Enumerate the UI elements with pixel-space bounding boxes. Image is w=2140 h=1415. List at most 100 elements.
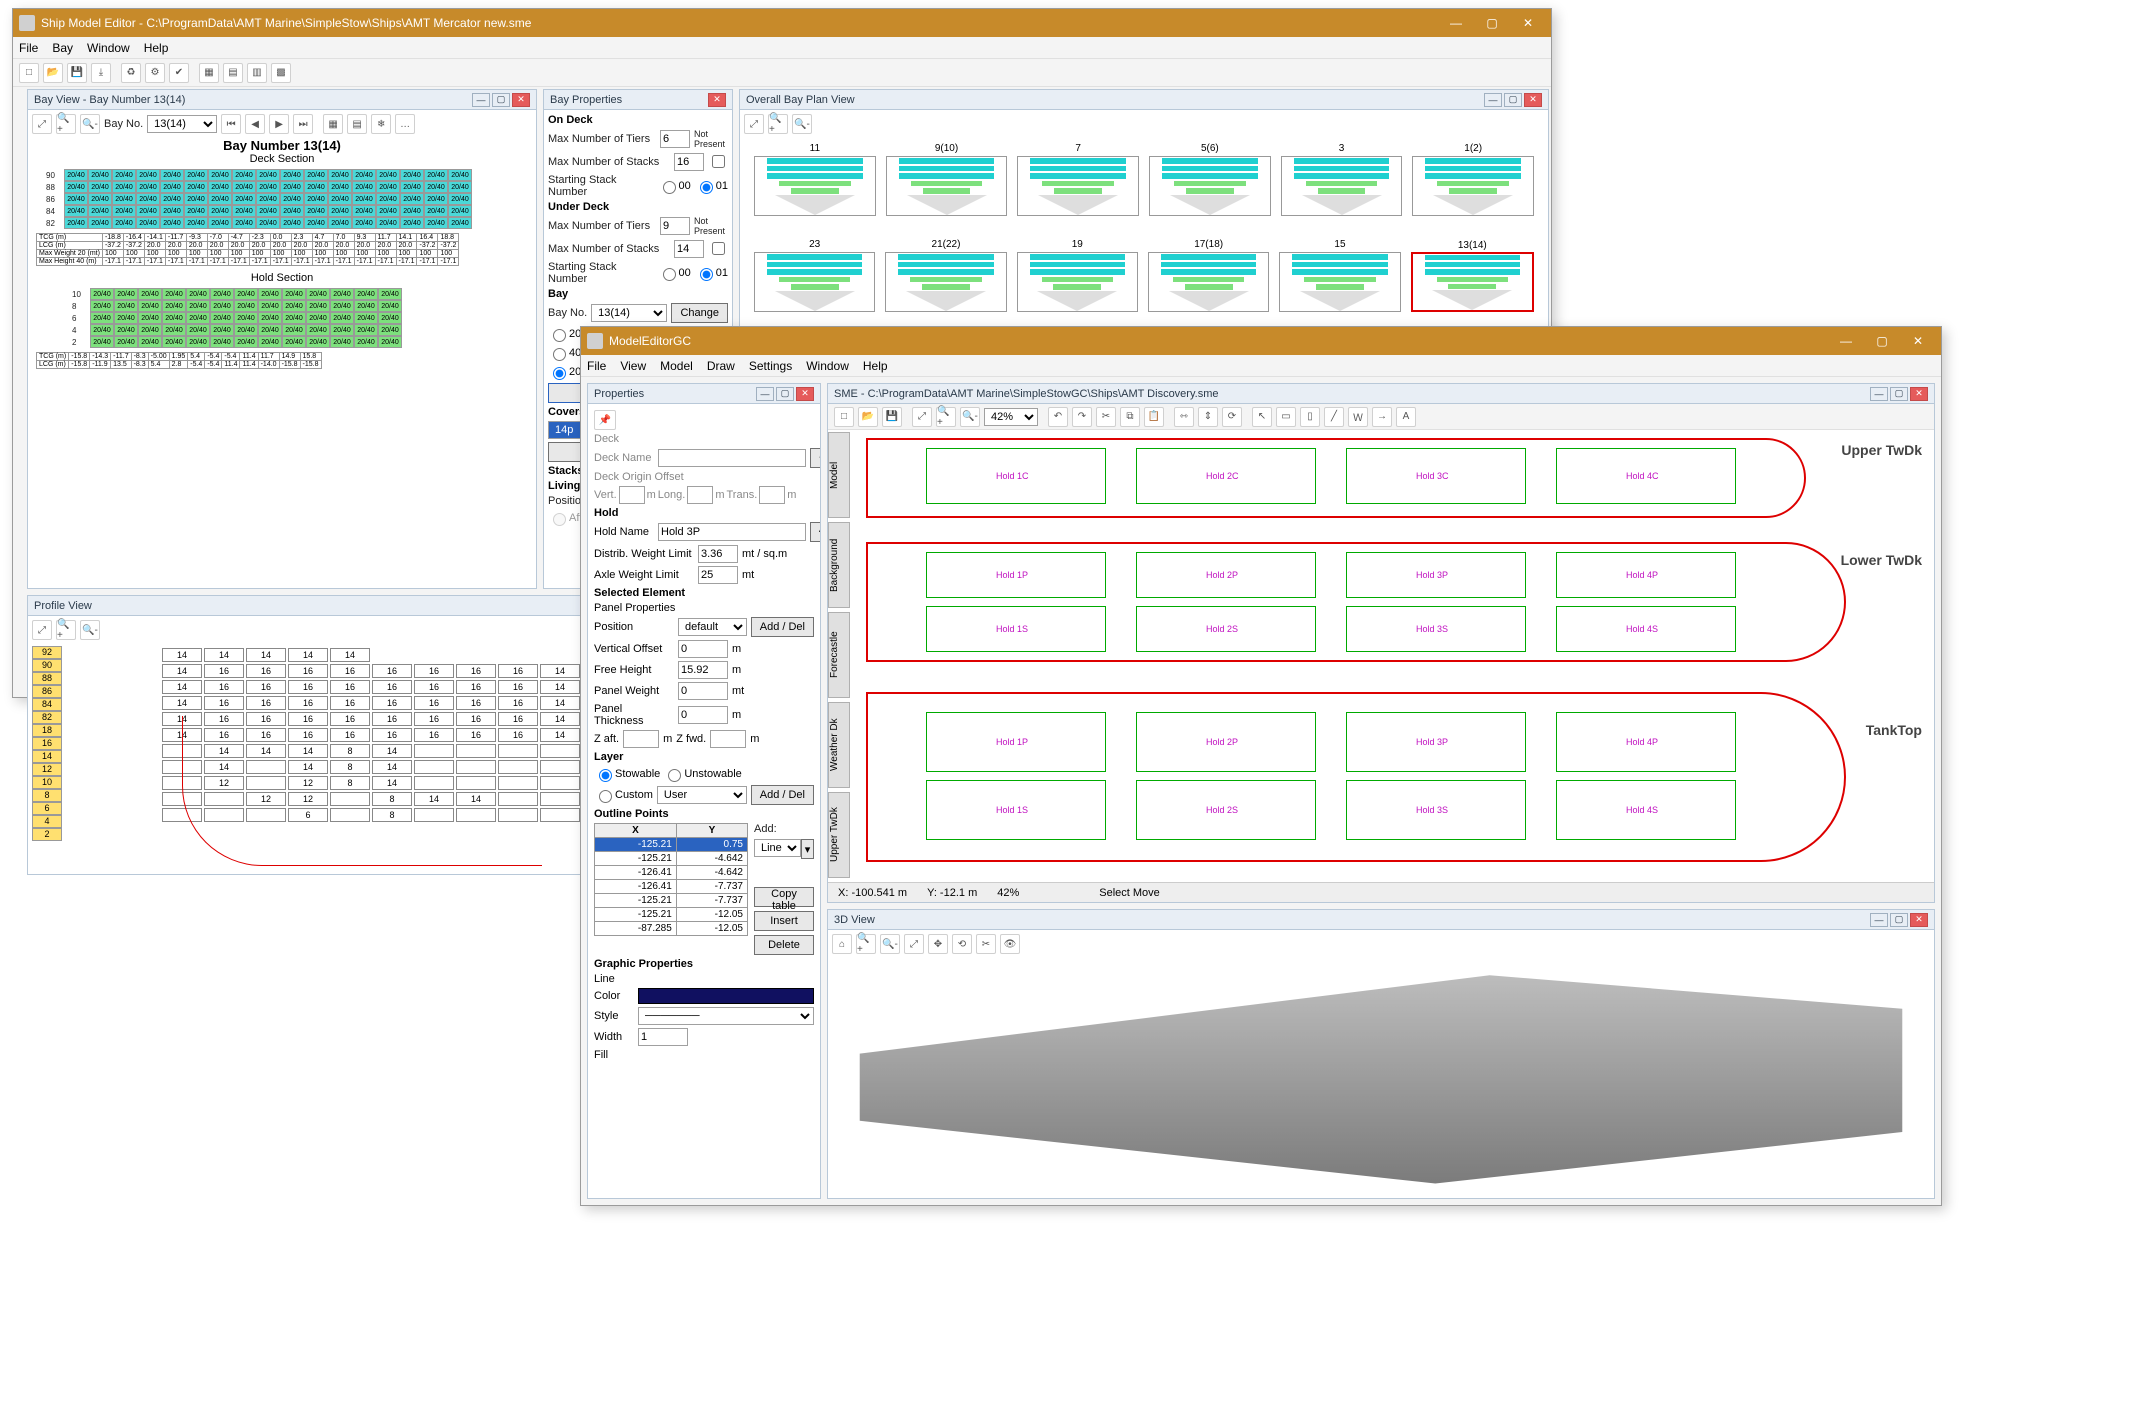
add-type-select[interactable]: Line [754, 839, 801, 857]
nav-next-icon[interactable]: ▶ [269, 114, 289, 134]
layer-adddel-button[interactable]: Add / Del [751, 785, 814, 805]
rect2-icon[interactable]: ▯ [1300, 407, 1320, 427]
zoom-fit-icon[interactable]: ⤢ [32, 114, 52, 134]
position-adddel-button[interactable]: Add / Del [751, 617, 814, 637]
zoom-out-icon[interactable]: 🔍- [80, 114, 100, 134]
panel-max-icon[interactable]: ▢ [1890, 913, 1908, 927]
overall-bay-cell[interactable]: 11 [754, 156, 876, 216]
overall-bay-cell[interactable]: 17(18) [1148, 252, 1269, 312]
menu-file[interactable]: File [587, 359, 606, 373]
deck-plan-canvas[interactable]: Upper TwDk Lower TwDk TankTop Hold 1CHol… [856, 432, 1930, 878]
delete-button[interactable]: Delete [754, 935, 814, 955]
panel-max-icon[interactable]: ▢ [1504, 93, 1522, 107]
panel-min-icon[interactable]: — [1870, 913, 1888, 927]
table-row[interactable]: -87.285-12.05 [595, 922, 748, 936]
position-select[interactable]: default [678, 618, 747, 636]
panel-min-icon[interactable]: — [756, 387, 774, 401]
zoom-fit-icon[interactable]: ⤢ [32, 620, 52, 640]
overall-bay-cell[interactable]: 5(6) [1149, 156, 1271, 216]
zoom-in-icon[interactable]: 🔍+ [56, 620, 76, 640]
zoom-fit-icon[interactable]: ⤢ [744, 114, 764, 134]
vtab-weather dk[interactable]: Weather Dk [828, 702, 850, 788]
vtab-forecastle[interactable]: Forecastle [828, 612, 850, 698]
rotate-icon[interactable]: ⟲ [952, 934, 972, 954]
freeh-input[interactable] [678, 661, 728, 679]
panel-close-icon[interactable]: ✕ [1910, 387, 1928, 401]
overall-bay-cell[interactable]: 15 [1279, 252, 1400, 312]
zoom-in-icon[interactable]: 🔍+ [936, 407, 956, 427]
cut-icon[interactable]: ✂ [1096, 407, 1116, 427]
table-row[interactable]: -125.21-4.642 [595, 852, 748, 866]
overall-bay-cell[interactable]: 3 [1281, 156, 1403, 216]
hold-name-input[interactable] [658, 523, 806, 541]
eye-icon[interactable]: 👁 [1000, 934, 1020, 954]
vtab-background[interactable]: Background [828, 522, 850, 608]
mirror-h-icon[interactable]: ⇿ [1174, 407, 1194, 427]
zoom-out-icon[interactable]: 🔍- [960, 407, 980, 427]
overall-bay-cell[interactable]: 1(2) [1412, 156, 1534, 216]
panel-close-icon[interactable]: ✕ [1910, 913, 1928, 927]
tool4-icon[interactable]: … [395, 114, 415, 134]
start-00-deck-radio[interactable] [663, 181, 676, 194]
save-icon[interactable]: 💾 [67, 63, 87, 83]
redo-icon[interactable]: ↷ [1072, 407, 1092, 427]
mirror-v-icon[interactable]: ⇕ [1198, 407, 1218, 427]
zoom-in-icon[interactable]: 🔍+ [768, 114, 788, 134]
layout3-icon[interactable]: ▥ [247, 63, 267, 83]
maximize-button[interactable]: ▢ [1475, 13, 1509, 33]
arrow-icon[interactable]: → [1372, 407, 1392, 427]
undo-icon[interactable]: ↶ [1048, 407, 1068, 427]
stowable-radio[interactable] [599, 769, 612, 782]
copy-icon[interactable]: ⧉ [1120, 407, 1140, 427]
validate-icon[interactable]: ✔ [169, 63, 189, 83]
menu-help[interactable]: Help [144, 41, 169, 55]
panel-min-icon[interactable]: — [1870, 387, 1888, 401]
polyline-icon[interactable]: Ｗ [1348, 407, 1368, 427]
menu-settings[interactable]: Settings [749, 359, 792, 373]
panel-min-icon[interactable]: — [472, 93, 490, 107]
menu-model[interactable]: Model [660, 359, 693, 373]
paste-icon[interactable]: 📋 [1144, 407, 1164, 427]
max-stacks-deck-input[interactable] [674, 153, 704, 171]
hold-adddel-button[interactable]: Add / Del [810, 522, 820, 542]
overall-bay-cell[interactable]: 7 [1017, 156, 1139, 216]
bay-no-select[interactable]: 13(14) [147, 115, 217, 133]
menu-window[interactable]: Window [806, 359, 849, 373]
zoom-fit-icon[interactable]: ⤢ [904, 934, 924, 954]
zoom-out-icon[interactable]: 🔍- [880, 934, 900, 954]
overall-bay-cell[interactable]: 21(22) [885, 252, 1006, 312]
layout1-icon[interactable]: ▦ [199, 63, 219, 83]
unstowable-radio[interactable] [668, 769, 681, 782]
panel-close-icon[interactable]: ✕ [708, 93, 726, 107]
close-button[interactable]: ✕ [1511, 13, 1545, 33]
menu-file[interactable]: File [19, 41, 38, 55]
20ft-radio[interactable] [553, 329, 566, 342]
copy-table-button[interactable]: Copy table [754, 887, 814, 907]
color-swatch[interactable] [638, 988, 814, 1004]
new-icon[interactable]: □ [19, 63, 39, 83]
start-01-hold-radio[interactable] [700, 268, 713, 281]
refresh-icon[interactable]: ♻ [121, 63, 141, 83]
table-row[interactable]: -126.41-4.642 [595, 866, 748, 880]
bay-no-select[interactable]: 13(14) [591, 304, 667, 322]
axle-input[interactable] [698, 566, 738, 584]
max-tiers-hold-input[interactable] [660, 217, 690, 235]
settings-icon[interactable]: ⚙ [145, 63, 165, 83]
pweight-input[interactable] [678, 682, 728, 700]
not-present-deck-check[interactable] [712, 155, 725, 168]
overall-bay-cell[interactable]: 19 [1017, 252, 1138, 312]
layer-select[interactable]: User [657, 786, 747, 804]
table-row[interactable]: -125.21-12.05 [595, 908, 748, 922]
tool-icon[interactable]: ▦ [323, 114, 343, 134]
change-button[interactable]: Change [671, 303, 728, 323]
pushpin-icon[interactable]: 📌 [594, 410, 616, 430]
add-point-button[interactable]: ▾ [801, 839, 814, 859]
open-icon[interactable]: 📂 [43, 63, 63, 83]
pointer-icon[interactable]: ↖ [1252, 407, 1272, 427]
start-01-deck-radio[interactable] [700, 181, 713, 194]
layout4-icon[interactable]: ▩ [271, 63, 291, 83]
menu-view[interactable]: View [620, 359, 646, 373]
2040ft-radio[interactable] [553, 367, 566, 380]
table-row[interactable]: -125.210.75 [595, 838, 748, 852]
zfwd-input[interactable] [710, 730, 746, 748]
